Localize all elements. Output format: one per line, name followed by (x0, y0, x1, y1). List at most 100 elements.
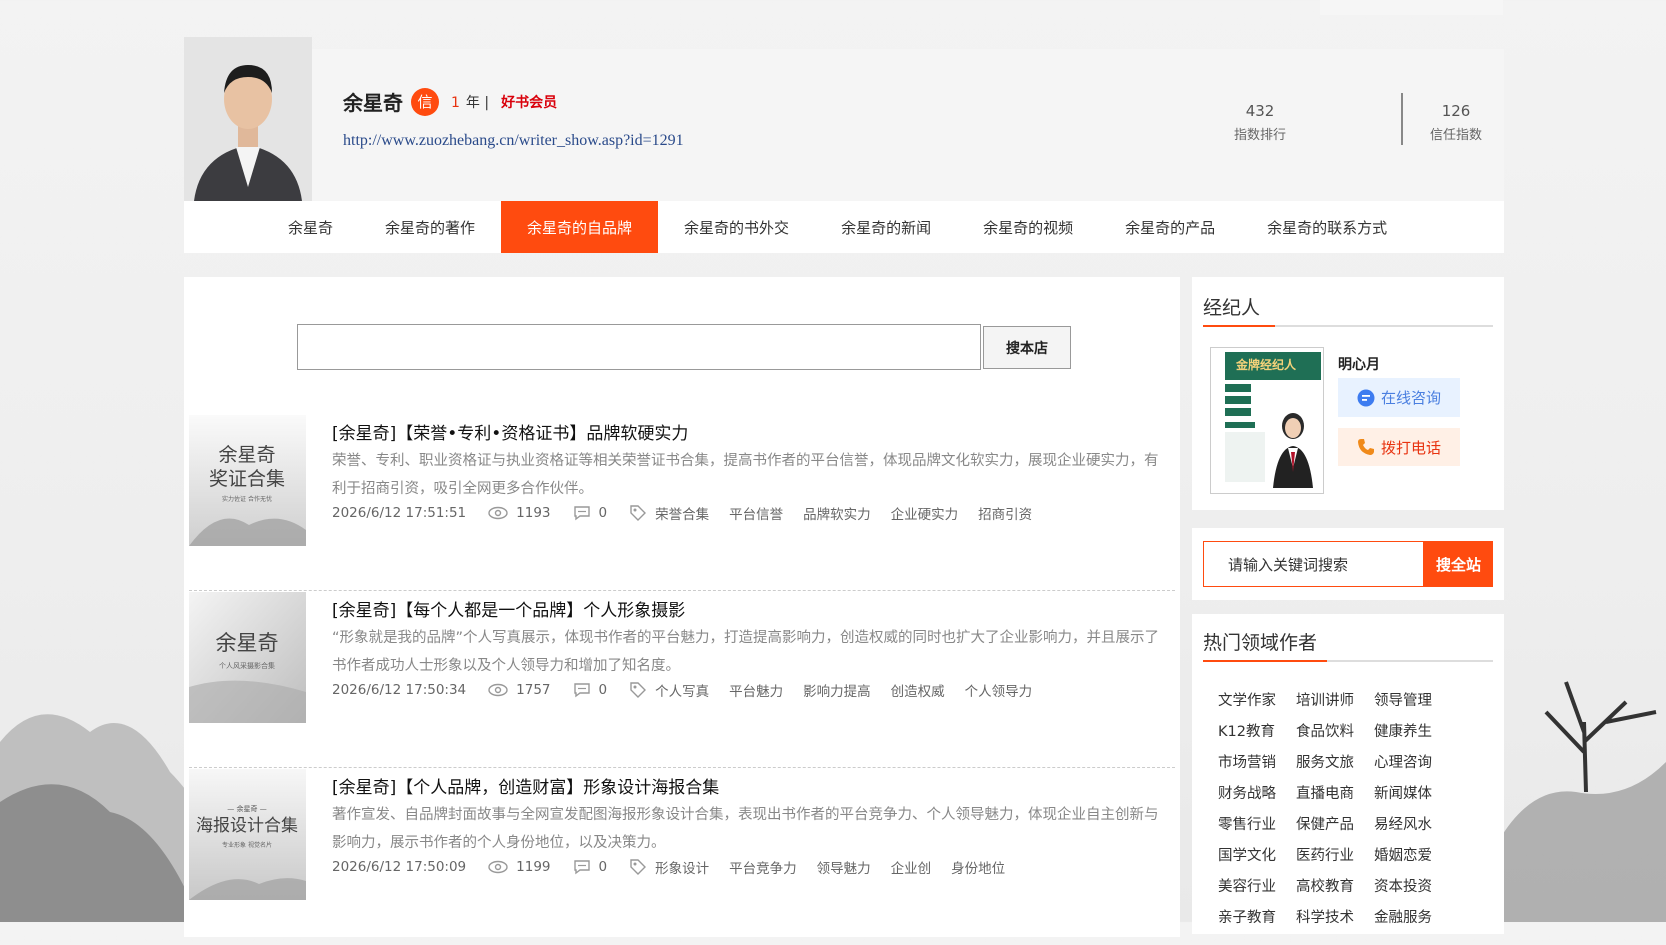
article-tag[interactable]: 个人领导力 (965, 680, 1033, 700)
article-tag[interactable]: 身份地位 (951, 857, 1005, 877)
nav-home[interactable]: 余星奇 (262, 201, 359, 253)
article-tag[interactable]: 形象设计 (655, 857, 709, 877)
article-title[interactable]: [余星奇]【荣誉•专利•资格证书】品牌软硬实力 (332, 419, 688, 444)
nav-contact[interactable]: 余星奇的联系方式 (1241, 201, 1413, 253)
article-tag[interactable]: 企业创 (891, 857, 932, 877)
category-link[interactable]: 文学作家 (1218, 689, 1296, 710)
thumb-line-2: 个人风采摄影合集 (219, 661, 275, 670)
category-link[interactable]: 科学技术 (1296, 906, 1374, 927)
category-link[interactable]: 零售行业 (1218, 813, 1296, 834)
article-tag[interactable]: 企业硬实力 (891, 503, 959, 523)
thumb-line-3: 专业形象 视觉名片 (222, 841, 272, 849)
category-link[interactable]: 国学文化 (1218, 844, 1296, 865)
article-tag[interactable]: 领导魅力 (817, 857, 871, 877)
site-search-button[interactable]: 搜全站 (1424, 541, 1493, 587)
nav-products[interactable]: 余星奇的产品 (1099, 201, 1241, 253)
article-tag[interactable]: 影响力提高 (803, 680, 871, 700)
category-link[interactable]: 新闻媒体 (1374, 782, 1464, 803)
article-thumbnail[interactable]: 余星奇 奖证合集 实力佐证 合作无忧 (189, 415, 306, 546)
category-link[interactable]: 保健产品 (1296, 813, 1374, 834)
nav-self-brand[interactable]: 余星奇的自品牌 (501, 201, 659, 253)
article-tag[interactable]: 个人写真 (655, 680, 709, 700)
category-link[interactable]: 美容行业 (1218, 875, 1296, 896)
article-tag[interactable]: 平台魅力 (729, 680, 783, 700)
thumb-line-3: 实力佐证 合作无忧 (222, 495, 272, 503)
article-tag[interactable]: 平台信誉 (729, 503, 783, 523)
category-link[interactable]: 医药行业 (1296, 844, 1374, 865)
agent-heading-underline (1203, 325, 1493, 327)
category-link[interactable]: K12教育 (1218, 720, 1296, 741)
article-title[interactable]: [余星奇]【个人品牌，创造财富】形象设计海报合集 (332, 773, 719, 798)
trust-badge: 信 (411, 87, 439, 116)
article-thumbnail[interactable]: — 余星奇 — 海报设计合集 专业形象 视觉名片 (189, 769, 306, 900)
years-count: 1 (451, 94, 460, 111)
article-date: 2026/6/12 17:51:51 (332, 505, 467, 521)
nav-works[interactable]: 余星奇的著作 (359, 201, 501, 253)
thumb-line-2: 海报设计合集 (196, 816, 298, 836)
category-link[interactable]: 培训讲师 (1296, 689, 1374, 710)
article-title[interactable]: [余星奇]【每个人都是一个品牌】个人形象摄影 (332, 596, 685, 621)
eye-icon (488, 683, 508, 697)
agent-name: 明心月 (1338, 357, 1380, 373)
stat-rank-value: 432 (1245, 102, 1275, 120)
profile-url-link[interactable]: http://www.zuozhebang.cn/writer_show.asp… (343, 132, 684, 150)
stat-divider (1401, 93, 1403, 145)
avatar (184, 37, 312, 201)
agent-panel: 经纪人 金牌经纪人 明心月 在线咨询 拨打电话 (1192, 277, 1504, 510)
stat-trust: 126 信任指数 (1430, 102, 1482, 143)
poster-title: 金牌经纪人 (1235, 357, 1297, 372)
tag-icon (629, 858, 647, 876)
store-search-input[interactable] (297, 324, 981, 370)
profile-name-row: 余星奇 信 1 年 | 好书会员 (343, 87, 557, 116)
category-link[interactable]: 婚姻恋爱 (1374, 844, 1464, 865)
thumb-line-1: — 余星奇 — (227, 804, 266, 813)
consult-button[interactable]: 在线咨询 (1338, 378, 1460, 417)
vip-label[interactable]: 好书会员 (501, 92, 557, 112)
author-name: 余星奇 (343, 91, 403, 115)
agent-poster[interactable]: 金牌经纪人 (1210, 347, 1324, 494)
stat-rank-label: 指数排行 (1234, 128, 1287, 143)
category-link[interactable]: 金融服务 (1374, 906, 1464, 927)
article-description: 荣誉、专利、职业资格证与执业资格证等相关荣誉证书合集，提高书作者的平台信誉，体现… (332, 453, 1159, 497)
call-button[interactable]: 拨打电话 (1338, 428, 1460, 466)
tag-icon (629, 681, 647, 699)
article-tag[interactable]: 荣誉合集 (655, 503, 709, 523)
store-search-button[interactable]: 搜本店 (983, 326, 1071, 369)
category-link[interactable]: 易经风水 (1374, 813, 1464, 834)
article-item: 余星奇 奖证合集 实力佐证 合作无忧 [余星奇]【荣誉•专利•资格证书】品牌软硬… (189, 415, 1175, 591)
main-nav: 余星奇 余星奇的著作 余星奇的自品牌 余星奇的书外交 余星奇的新闻 余星奇的视频… (184, 201, 1504, 253)
article-thumbnail[interactable]: 余星奇 个人风采摄影合集 (189, 592, 306, 723)
nav-videos[interactable]: 余星奇的视频 (957, 201, 1099, 253)
category-link[interactable]: 领导管理 (1374, 689, 1464, 710)
article-description: 著作宣发、自品牌封面故事与全网宣发配图海报形象设计合集，表现出书作者的平台竞争力… (332, 807, 1159, 851)
site-search-input[interactable]: 请输入关键词搜索 (1203, 541, 1424, 587)
nav-news[interactable]: 余星奇的新闻 (815, 201, 957, 253)
category-link[interactable]: 亲子教育 (1218, 906, 1296, 927)
comment-icon (573, 682, 591, 698)
article-views: 1193 (516, 505, 551, 521)
hot-authors-heading: 热门领域作者 (1203, 632, 1318, 654)
article-meta: 2026/6/12 17:50:34 1757 0 个人写真 平台魅力 影响力提… (332, 680, 1052, 700)
category-link[interactable]: 财务战略 (1218, 782, 1296, 803)
stat-trust-value: 126 (1441, 102, 1471, 120)
category-link[interactable]: 资本投资 (1374, 875, 1464, 896)
category-link[interactable]: 高校教育 (1296, 875, 1374, 896)
article-tag[interactable]: 创造权威 (891, 680, 945, 700)
article-tag[interactable]: 招商引资 (978, 503, 1032, 523)
article-tag[interactable]: 平台竞争力 (729, 857, 797, 877)
stat-rank: 432 指数排行 (1234, 102, 1286, 143)
thumb-line-1: 余星奇 (218, 444, 275, 466)
category-link[interactable]: 心理咨询 (1374, 751, 1464, 772)
top-bar-stub (1320, 0, 1503, 15)
article-tag[interactable]: 品牌软实力 (803, 503, 871, 523)
category-link[interactable]: 食品饮料 (1296, 720, 1374, 741)
category-link[interactable]: 直播电商 (1296, 782, 1374, 803)
article-comments: 0 (598, 505, 608, 521)
hot-authors-panel: 热门领域作者 文学作家 培训讲师 领导管理 K12教育 食品饮料 健康养生 市场… (1192, 614, 1504, 934)
main-content: 搜本店 余星奇 奖证合集 实力佐证 合作无忧 [余星奇]【荣誉•专利•资格证书】… (184, 277, 1180, 937)
nav-book-diplomacy[interactable]: 余星奇的书外交 (658, 201, 815, 253)
category-link[interactable]: 服务文旅 (1296, 751, 1374, 772)
category-link[interactable]: 健康养生 (1374, 720, 1464, 741)
tag-icon (629, 504, 647, 522)
category-link[interactable]: 市场营销 (1218, 751, 1296, 772)
